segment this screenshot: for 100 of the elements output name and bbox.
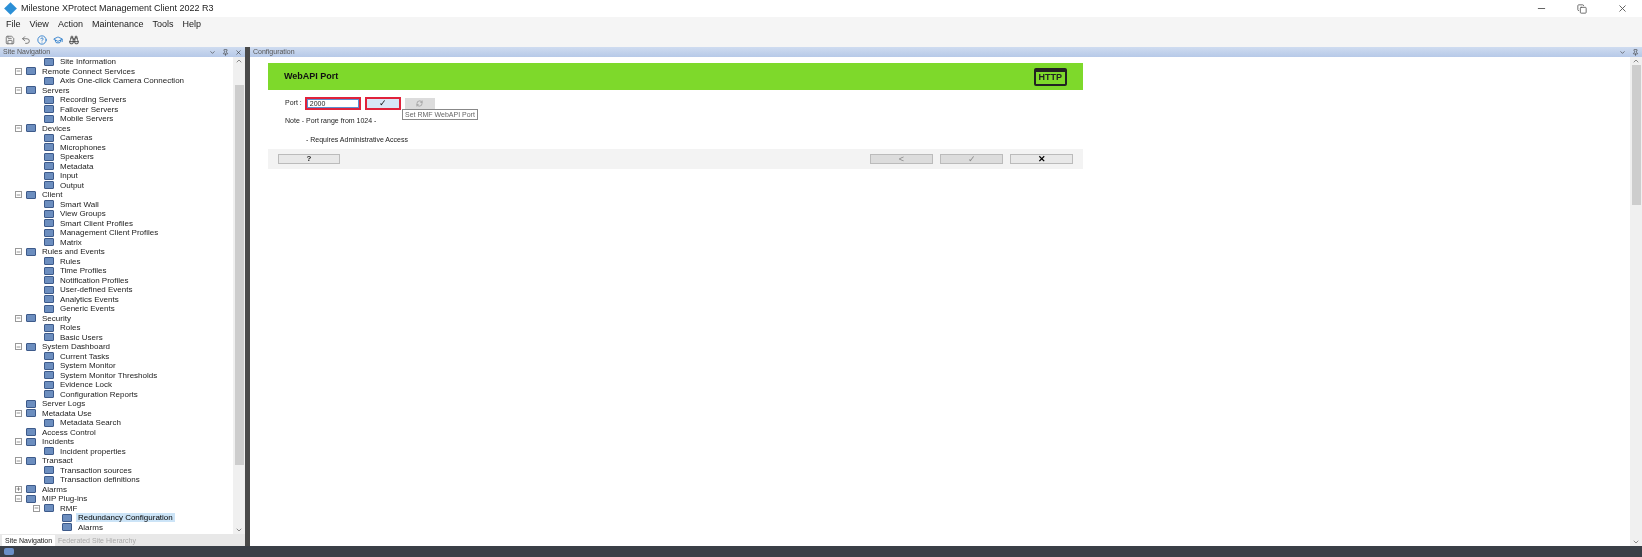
collapse-toggle[interactable] [15,438,22,446]
tree-item[interactable]: Speakers [58,152,96,162]
scrollbar[interactable] [1630,57,1642,546]
tree-item[interactable]: Recording Servers [58,95,129,105]
node-icon [26,437,36,446]
collapse-toggle[interactable] [15,343,22,351]
taskbar-icon[interactable] [4,548,14,555]
collapse-toggle[interactable] [33,504,40,512]
menu-item[interactable]: Maintenance [91,18,144,32]
menu-item[interactable]: Tools [152,18,174,32]
scroll-up-icon[interactable] [235,57,243,65]
set-port-button[interactable]: ✓ [364,96,401,110]
help-button[interactable]: ? [278,154,340,164]
collapse-toggle[interactable] [15,314,22,322]
tree-item[interactable]: Axis One-click Camera Connection [58,76,187,86]
tree-item[interactable]: Failover Servers [58,104,121,114]
tree-item[interactable]: Basic Users [58,332,105,342]
wizard-button[interactable]: ✕ [1010,154,1073,164]
menu-item[interactable]: Action [57,18,83,32]
tree-item[interactable]: Transact [40,456,75,466]
pin-icon[interactable] [1632,48,1639,56]
tree-item[interactable]: Security [40,313,73,323]
menu-item[interactable]: View [29,18,49,32]
tree-item[interactable]: Devices [40,123,73,133]
tree-item[interactable]: Configuration Reports [58,389,140,399]
close-icon[interactable] [235,48,242,56]
scroll-down-icon[interactable] [235,526,243,534]
tree-item[interactable]: Access Control [40,427,98,437]
help-icon[interactable] [37,35,47,45]
menu-item[interactable]: File [6,18,21,32]
scroll-up-icon[interactable] [1632,57,1640,65]
tree-item[interactable]: Cameras [58,133,95,143]
tree-item[interactable]: Time Profiles [58,266,109,276]
scroll-down-icon[interactable] [1632,538,1640,546]
tree-item[interactable]: Rules [58,256,83,266]
tree-item[interactable]: Smart Wall [58,199,101,209]
node-icon [44,276,54,285]
tree-item[interactable]: Rules and Events [40,247,107,257]
tree-item[interactable]: Evidence Lock [58,380,115,390]
tree-item[interactable]: Remote Connect Services [40,66,137,76]
tree-item[interactable]: Server Logs [40,399,88,409]
restore-icon[interactable] [1577,3,1587,14]
save-icon[interactable] [5,35,15,45]
tree-item[interactable]: Mobile Servers [58,114,116,124]
tree-item[interactable]: Input [58,171,80,181]
collapse-toggle[interactable] [15,124,22,132]
scrollbar[interactable] [233,57,245,534]
tree-item[interactable]: MIP Plug-ins [40,494,90,504]
menu-item[interactable]: Help [182,18,201,32]
tree-item[interactable]: Redundancy Configuration [76,513,175,523]
tree-item[interactable]: Matrix [58,237,84,247]
tree-item[interactable]: Management Client Profiles [58,228,161,238]
collapse-toggle[interactable] [15,191,22,199]
close-icon[interactable] [1617,3,1628,14]
tree-item[interactable]: Incidents [40,437,77,447]
tree-item[interactable]: Servers [40,85,72,95]
scroll-thumb[interactable] [1631,65,1641,205]
tree-item[interactable]: Output [58,180,86,190]
tree-item[interactable]: System Monitor [58,361,118,371]
binoculars-icon[interactable] [69,35,79,45]
tree-item[interactable]: Metadata Search [58,418,123,428]
node-icon [44,105,54,114]
collapse-toggle[interactable] [15,67,22,75]
tree-item[interactable]: System Monitor Thresholds [58,370,160,380]
collapse-toggle[interactable] [15,409,22,417]
tree-item[interactable]: Roles [58,323,83,333]
tree-item[interactable]: View Groups [58,209,108,219]
tree-item[interactable]: Alarms [76,522,105,532]
tree-item[interactable]: Microphones [58,142,108,152]
tree-item[interactable]: User-defined Events [58,285,135,295]
tree-item[interactable]: Client [40,190,65,200]
collapse-toggle[interactable] [15,86,22,94]
node-icon [26,494,36,503]
tree-item[interactable]: System Dashboard [40,342,113,352]
tree-item[interactable]: Smart Client Profiles [58,218,135,228]
collapse-toggle[interactable] [15,495,22,503]
node-icon [44,152,54,161]
tree-item[interactable]: Incident properties [58,446,128,456]
tree-item[interactable]: Metadata [58,161,96,171]
tree-item[interactable]: Notification Profiles [58,275,131,285]
dropdown-icon[interactable] [209,48,216,56]
node-icon [44,371,54,380]
node-icon [26,86,36,95]
pin-icon[interactable] [222,48,229,56]
tree-item[interactable]: Alarms [40,484,69,494]
tree-item[interactable]: Metadata Use [40,408,94,418]
collapse-toggle[interactable] [15,457,22,465]
tree-item[interactable]: Transaction sources [58,465,134,475]
tree-item[interactable]: Site Information [58,57,119,67]
undo-icon[interactable] [21,35,31,45]
tree-item[interactable]: Analytics Events [58,294,121,304]
dropdown-icon[interactable] [1619,48,1626,56]
scroll-thumb[interactable] [234,85,244,465]
refresh-button[interactable] [404,97,435,109]
expand-toggle[interactable] [15,485,22,493]
tree-item[interactable]: Transaction definitions [58,475,142,485]
tree-item[interactable]: RMF [58,503,80,513]
tree-item[interactable]: Generic Events [58,304,117,314]
collapse-toggle[interactable] [15,248,22,256]
tree-item[interactable]: Current Tasks [58,351,112,361]
